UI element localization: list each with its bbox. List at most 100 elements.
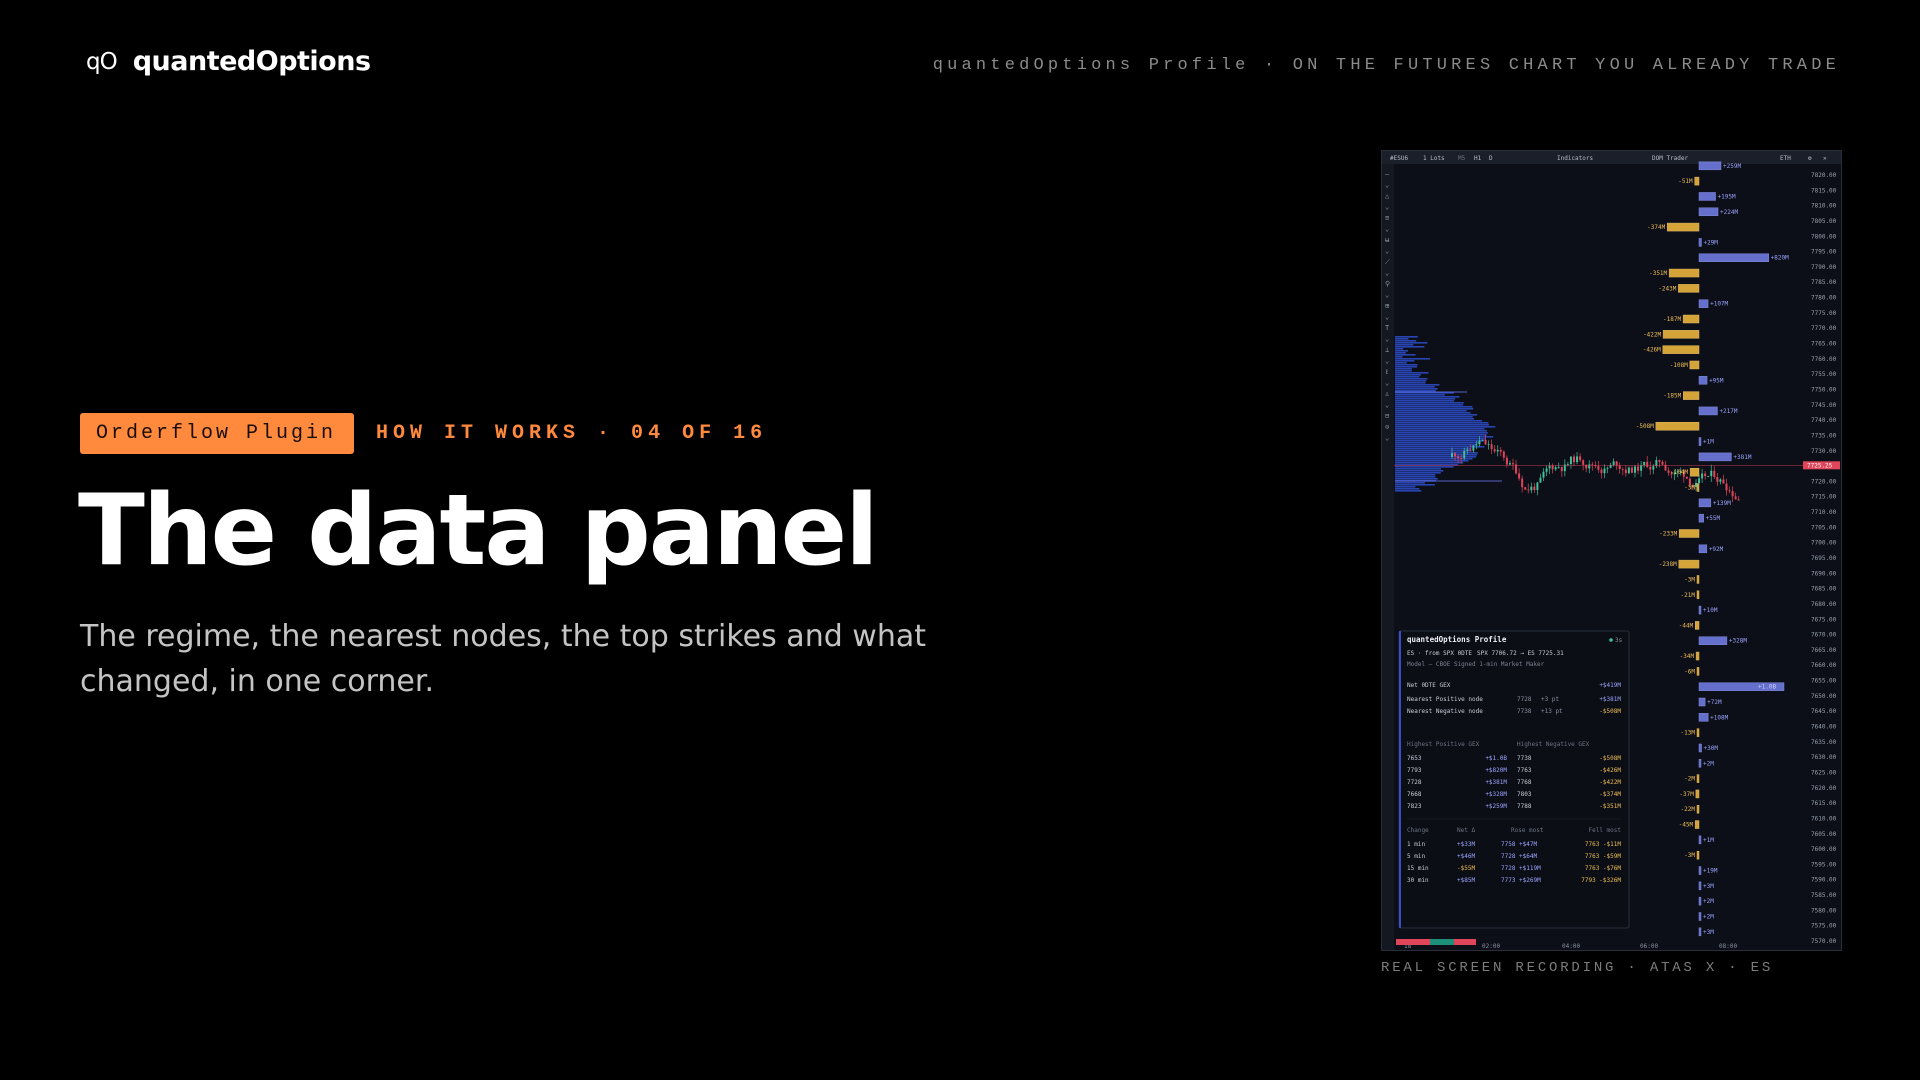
volume-profile-bar bbox=[1395, 434, 1487, 436]
top-positive-value: +$259M bbox=[1485, 803, 1507, 810]
drawing-tool-icon[interactable]: ℓ bbox=[1385, 368, 1388, 376]
toolbar-session[interactable]: ETH bbox=[1780, 155, 1791, 162]
volume-profile-bar bbox=[1395, 448, 1472, 450]
drawing-tool-icon[interactable]: ⌄ bbox=[1385, 181, 1389, 189]
gex-bar-label: -3M bbox=[1684, 485, 1695, 492]
gex-positive-bar bbox=[1698, 697, 1706, 707]
change-fell-most: 7763 -$76M bbox=[1585, 865, 1622, 872]
toolbar-symbol[interactable]: #ESU6 bbox=[1390, 155, 1408, 162]
candle-body bbox=[1545, 468, 1548, 472]
candle-body bbox=[1560, 467, 1563, 472]
nearest-node-value: +$381M bbox=[1599, 696, 1621, 703]
toolbar-indicators[interactable]: Indicators bbox=[1557, 155, 1594, 162]
drawing-tool-icon[interactable]: ⌄ bbox=[1385, 401, 1389, 409]
drawing-tool-icon[interactable]: ⌄ bbox=[1385, 313, 1389, 321]
candle-body bbox=[1527, 489, 1530, 491]
drawing-tool-icon[interactable]: ⌄ bbox=[1385, 225, 1389, 233]
change-period: 30 min bbox=[1407, 877, 1429, 884]
data-panel: quantedOptions Profile 3s ES · from SPX 0D… bbox=[1398, 630, 1630, 929]
volume-profile-bar bbox=[1395, 400, 1455, 402]
gex-negative-bar bbox=[1689, 467, 1700, 477]
drawing-tool-icon[interactable]: ⊟ bbox=[1385, 412, 1389, 420]
drawing-tool-icon[interactable]: ⌄ bbox=[1385, 434, 1389, 442]
change-net-delta: +$46M bbox=[1457, 853, 1475, 860]
candle-body bbox=[1499, 449, 1502, 452]
change-header: Rose most bbox=[1511, 827, 1544, 834]
gex-bar-label: +217M bbox=[1719, 408, 1737, 415]
gex-bar-label: +259M bbox=[1723, 163, 1741, 170]
brand-name: quantedOptions bbox=[132, 46, 371, 77]
change-rose-most: 7728 +$119M bbox=[1501, 865, 1541, 872]
drawing-tool-icon[interactable]: ⊥ bbox=[1385, 346, 1389, 354]
drawing-tool-icon[interactable]: ♙ bbox=[1385, 390, 1389, 398]
price-tick-label: 7735.00 bbox=[1811, 432, 1837, 439]
drawing-tool-icon[interactable]: ⌄ bbox=[1385, 291, 1389, 299]
gex-bar-label: -44M bbox=[1679, 622, 1694, 629]
drawing-tool-icon[interactable]: ⌄ bbox=[1385, 203, 1389, 211]
drawing-tool-icon[interactable]: ⌄ bbox=[1385, 379, 1389, 387]
candle-body bbox=[1463, 450, 1466, 459]
candle-body bbox=[1484, 439, 1487, 445]
candle-body bbox=[1640, 465, 1643, 471]
gex-positive-bar bbox=[1698, 192, 1716, 201]
price-tick-label: 7680.00 bbox=[1811, 601, 1837, 608]
logo-mark-icon: qO bbox=[86, 48, 118, 75]
candle-body bbox=[1627, 467, 1630, 474]
price-tick-label: 7685.00 bbox=[1811, 586, 1837, 593]
candle-body bbox=[1731, 491, 1734, 497]
eyebrow: Orderflow Plugin HOW IT WORKS · 04 OF 16 bbox=[80, 413, 767, 454]
top-positive-strike: 7728 bbox=[1407, 779, 1422, 786]
toolbar-lots[interactable]: 1 Lots bbox=[1423, 155, 1445, 162]
brand-logo[interactable]: qO quantedOptions bbox=[86, 46, 371, 77]
price-tick-label: 7750.00 bbox=[1811, 386, 1837, 393]
drawing-tool-icon[interactable]: ≡ bbox=[1385, 214, 1389, 222]
toolbar-tf-m5[interactable]: M5 bbox=[1458, 155, 1466, 162]
volume-profile-bar bbox=[1395, 370, 1412, 372]
drawing-tool-icon[interactable]: ⌄ bbox=[1385, 247, 1389, 255]
candle-body bbox=[1643, 461, 1646, 466]
price-tick-label: 7730.00 bbox=[1811, 448, 1837, 455]
candle-body bbox=[1515, 464, 1518, 474]
gex-positive-bar bbox=[1698, 161, 1722, 171]
top-negative-strike: 7738 bbox=[1517, 755, 1532, 762]
drawing-tool-icon[interactable]: ⌄ bbox=[1385, 357, 1389, 365]
drawing-tool-icon[interactable]: ⟋ bbox=[1385, 258, 1390, 266]
nearest-node-strike: 7728 bbox=[1517, 696, 1532, 703]
candle-body bbox=[1658, 460, 1661, 462]
data-panel-status: 3s bbox=[1615, 637, 1623, 644]
volume-profile-bar bbox=[1395, 490, 1422, 492]
candle-body bbox=[1728, 490, 1731, 492]
price-tick-label: 7650.00 bbox=[1811, 693, 1837, 700]
volume-profile-bar bbox=[1395, 364, 1418, 366]
toolbar-tf-d[interactable]: D bbox=[1489, 155, 1493, 162]
drawing-tool-icon[interactable]: ⌄ bbox=[1385, 269, 1389, 277]
settings-gear-icon[interactable]: ⚙ bbox=[1808, 155, 1812, 162]
drawing-tool-icon[interactable]: ⚲ bbox=[1385, 280, 1390, 288]
gex-positive-bar bbox=[1698, 498, 1712, 508]
price-tick-label: 7595.00 bbox=[1811, 861, 1837, 868]
volume-profile-bar bbox=[1395, 440, 1484, 442]
page-subtitle: The regime, the nearest nodes, the top s… bbox=[80, 619, 926, 699]
candle-body bbox=[1582, 460, 1585, 465]
drawing-tool-icon[interactable]: ⌄ bbox=[1385, 335, 1389, 343]
gex-bar-label: +10M bbox=[1703, 607, 1718, 614]
volume-profile-bar bbox=[1395, 382, 1426, 384]
change-fell-most: 7763 -$11M bbox=[1585, 841, 1622, 848]
candle-body bbox=[1719, 479, 1722, 482]
close-icon[interactable]: ✕ bbox=[1823, 155, 1827, 162]
top-positive-value: +$328M bbox=[1485, 791, 1507, 798]
toolbar-tf-h1[interactable]: H1 bbox=[1474, 155, 1482, 162]
chart-svg: #ESU6 1 Lots M5 H1 D Indicators DOM Trad… bbox=[1382, 151, 1841, 950]
gex-bar-label: +381M bbox=[1733, 454, 1751, 461]
volume-profile-bar bbox=[1395, 442, 1480, 444]
volume-profile-bar bbox=[1395, 446, 1485, 448]
volume-profile-bar bbox=[1395, 414, 1478, 416]
drawing-tool-icon[interactable]: ⊙ bbox=[1385, 423, 1389, 431]
volume-profile-bar bbox=[1395, 340, 1417, 342]
volume-profile-bar bbox=[1395, 350, 1409, 352]
volume-profile-bar bbox=[1395, 424, 1489, 426]
volume-profile-bar bbox=[1395, 346, 1425, 348]
toolbar-dom[interactable]: DOM Trader bbox=[1652, 155, 1689, 162]
gex-positive-bar bbox=[1698, 437, 1702, 446]
candle-body bbox=[1533, 486, 1536, 491]
